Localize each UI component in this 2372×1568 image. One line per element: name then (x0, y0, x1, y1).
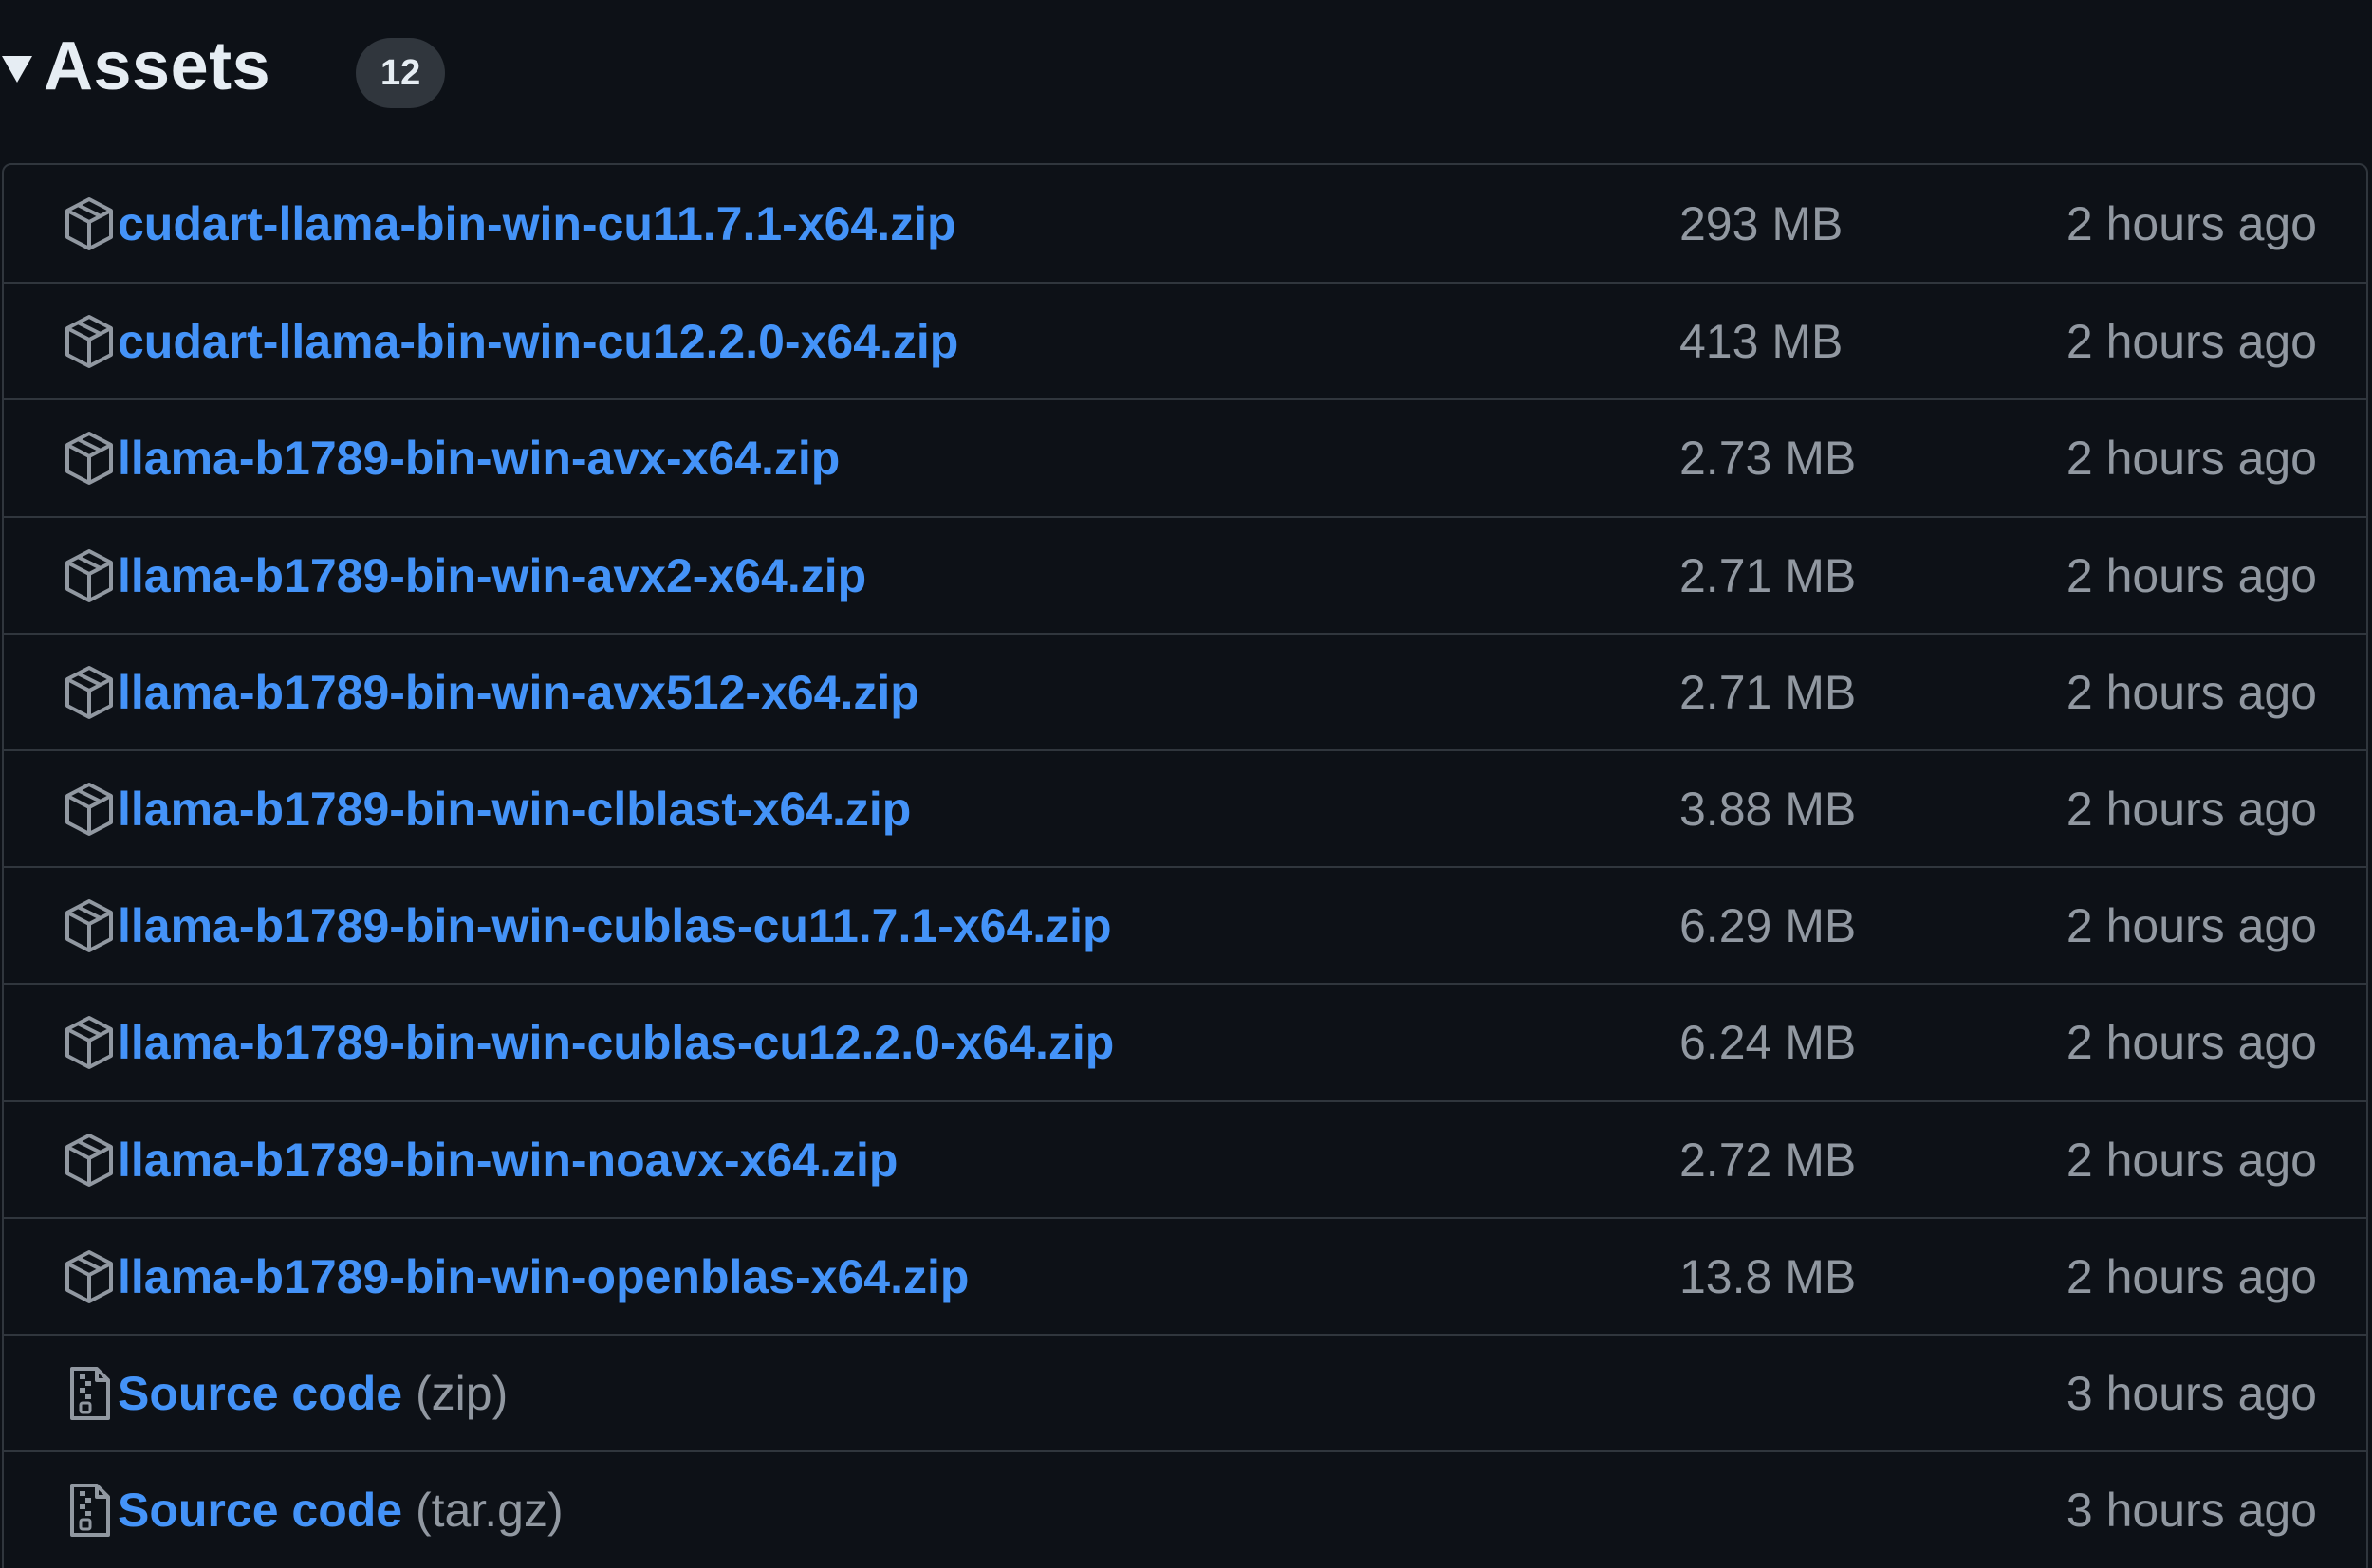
asset-row: llama-b1789-bin-win-avx2-x64.zip 2.71 MB 2… (4, 516, 2366, 633)
package-icon (63, 195, 116, 252)
asset-row: Source code (tar.gz) 3 hours ago (4, 1450, 2366, 1567)
release-assets-section: Assets 12 cudart-llama-bin-win-cu11.7.1-… (0, 0, 2372, 1568)
asset-download-link[interactable]: llama-b1789-bin-win-clblast-x64.zip (118, 782, 911, 837)
asset-row: llama-b1789-bin-win-clblast-x64.zip 3.88 … (4, 749, 2366, 866)
asset-download-link[interactable]: llama-b1789-bin-win-avx512-x64.zip (118, 665, 919, 720)
file-zip-icon (63, 1482, 116, 1539)
package-icon (63, 781, 116, 838)
asset-timestamp: 3 hours ago (2066, 1366, 2317, 1420)
asset-timestamp: 2 hours ago (2066, 431, 2317, 485)
asset-row: Source code (zip) 3 hours ago (4, 1334, 2366, 1450)
asset-size: 293 MB (1679, 196, 1844, 250)
asset-timestamp: 2 hours ago (2066, 196, 2317, 250)
asset-download-link[interactable]: cudart-llama-bin-win-cu12.2.0-x64.zip (118, 314, 958, 369)
asset-timestamp: 2 hours ago (2066, 548, 2317, 602)
asset-name: llama-b1789-bin-win-avx-x64.zip (118, 431, 841, 485)
caret-down-icon[interactable] (2, 56, 32, 83)
asset-download-link[interactable]: Source code (tar.gz) (118, 1483, 564, 1538)
package-icon (63, 313, 116, 370)
asset-download-link[interactable]: cudart-llama-bin-win-cu11.7.1-x64.zip (118, 196, 956, 251)
asset-name: llama-b1789-bin-win-noavx-x64.zip (118, 1133, 899, 1187)
asset-size: 2.71 MB (1679, 665, 1857, 719)
asset-size: 3.88 MB (1679, 782, 1857, 836)
asset-size: 6.29 MB (1679, 898, 1857, 952)
asset-name: llama-b1789-bin-win-cublas-cu12.2.0-x64.… (118, 1015, 1115, 1069)
asset-name: llama-b1789-bin-win-clblast-x64.zip (118, 782, 912, 836)
asset-timestamp: 2 hours ago (2066, 314, 2317, 368)
asset-name: llama-b1789-bin-win-avx512-x64.zip (118, 665, 919, 719)
asset-download-link[interactable]: Source code (zip) (118, 1366, 508, 1421)
package-icon (63, 1248, 116, 1305)
asset-size: 2.73 MB (1679, 431, 1857, 485)
package-icon (63, 1132, 116, 1189)
assets-header[interactable]: Assets 12 (0, 19, 446, 114)
asset-timestamp: 3 hours ago (2066, 1483, 2317, 1537)
asset-name: Source code (118, 1366, 403, 1420)
asset-format-suffix: (tar.gz) (416, 1483, 564, 1537)
asset-name: cudart-llama-bin-win-cu11.7.1-x64.zip (118, 196, 956, 250)
asset-timestamp: 2 hours ago (2066, 1249, 2317, 1303)
asset-row: llama-b1789-bin-win-cublas-cu12.2.0-x64.… (4, 983, 2366, 1099)
asset-download-link[interactable]: llama-b1789-bin-win-cublas-cu12.2.0-x64.… (118, 1015, 1114, 1070)
asset-timestamp: 2 hours ago (2066, 898, 2317, 952)
asset-row: cudart-llama-bin-win-cu11.7.1-x64.zip 293… (4, 165, 2366, 282)
asset-format-suffix: (zip) (416, 1366, 509, 1420)
package-icon (63, 1014, 116, 1071)
asset-size: 413 MB (1679, 314, 1844, 368)
asset-download-link[interactable]: llama-b1789-bin-win-openblas-x64.zip (118, 1249, 969, 1304)
asset-timestamp: 2 hours ago (2066, 1015, 2317, 1069)
assets-count-badge: 12 (356, 38, 446, 108)
package-icon (63, 430, 116, 487)
asset-download-link[interactable]: llama-b1789-bin-win-avx-x64.zip (118, 431, 840, 486)
asset-row: llama-b1789-bin-win-avx512-x64.zip 2.71 M… (4, 633, 2366, 749)
asset-name: llama-b1789-bin-win-avx2-x64.zip (118, 548, 867, 602)
asset-name: llama-b1789-bin-win-cublas-cu11.7.1-x64.… (118, 898, 1112, 952)
file-zip-icon (63, 1365, 116, 1422)
asset-name: Source code (118, 1483, 403, 1537)
asset-row: llama-b1789-bin-win-avx-x64.zip 2.73 MB 2 … (4, 398, 2366, 515)
asset-size: 2.72 MB (1679, 1133, 1857, 1187)
asset-row: cudart-llama-bin-win-cu12.2.0-x64.zip 413… (4, 282, 2366, 398)
asset-row: llama-b1789-bin-win-openblas-x64.zip 13.8… (4, 1217, 2366, 1334)
assets-title: Assets (44, 28, 271, 104)
asset-timestamp: 2 hours ago (2066, 782, 2317, 836)
asset-name: cudart-llama-bin-win-cu12.2.0-x64.zip (118, 314, 959, 368)
asset-timestamp: 2 hours ago (2066, 665, 2317, 719)
package-icon (63, 664, 116, 721)
asset-size: 13.8 MB (1679, 1249, 1857, 1303)
asset-size: 6.24 MB (1679, 1015, 1857, 1069)
asset-download-link[interactable]: llama-b1789-bin-win-avx2-x64.zip (118, 548, 866, 603)
asset-name: llama-b1789-bin-win-openblas-x64.zip (118, 1249, 970, 1303)
assets-list: cudart-llama-bin-win-cu11.7.1-x64.zip 293… (2, 163, 2368, 1568)
package-icon (63, 897, 116, 954)
asset-size: 2.71 MB (1679, 548, 1857, 602)
asset-row: llama-b1789-bin-win-cublas-cu11.7.1-x64.… (4, 866, 2366, 983)
asset-timestamp: 2 hours ago (2066, 1133, 2317, 1187)
asset-row: llama-b1789-bin-win-noavx-x64.zip 2.72 MB… (4, 1100, 2366, 1217)
package-icon (63, 547, 116, 604)
asset-download-link[interactable]: llama-b1789-bin-win-noavx-x64.zip (118, 1133, 898, 1188)
asset-download-link[interactable]: llama-b1789-bin-win-cublas-cu11.7.1-x64.… (118, 898, 1112, 953)
